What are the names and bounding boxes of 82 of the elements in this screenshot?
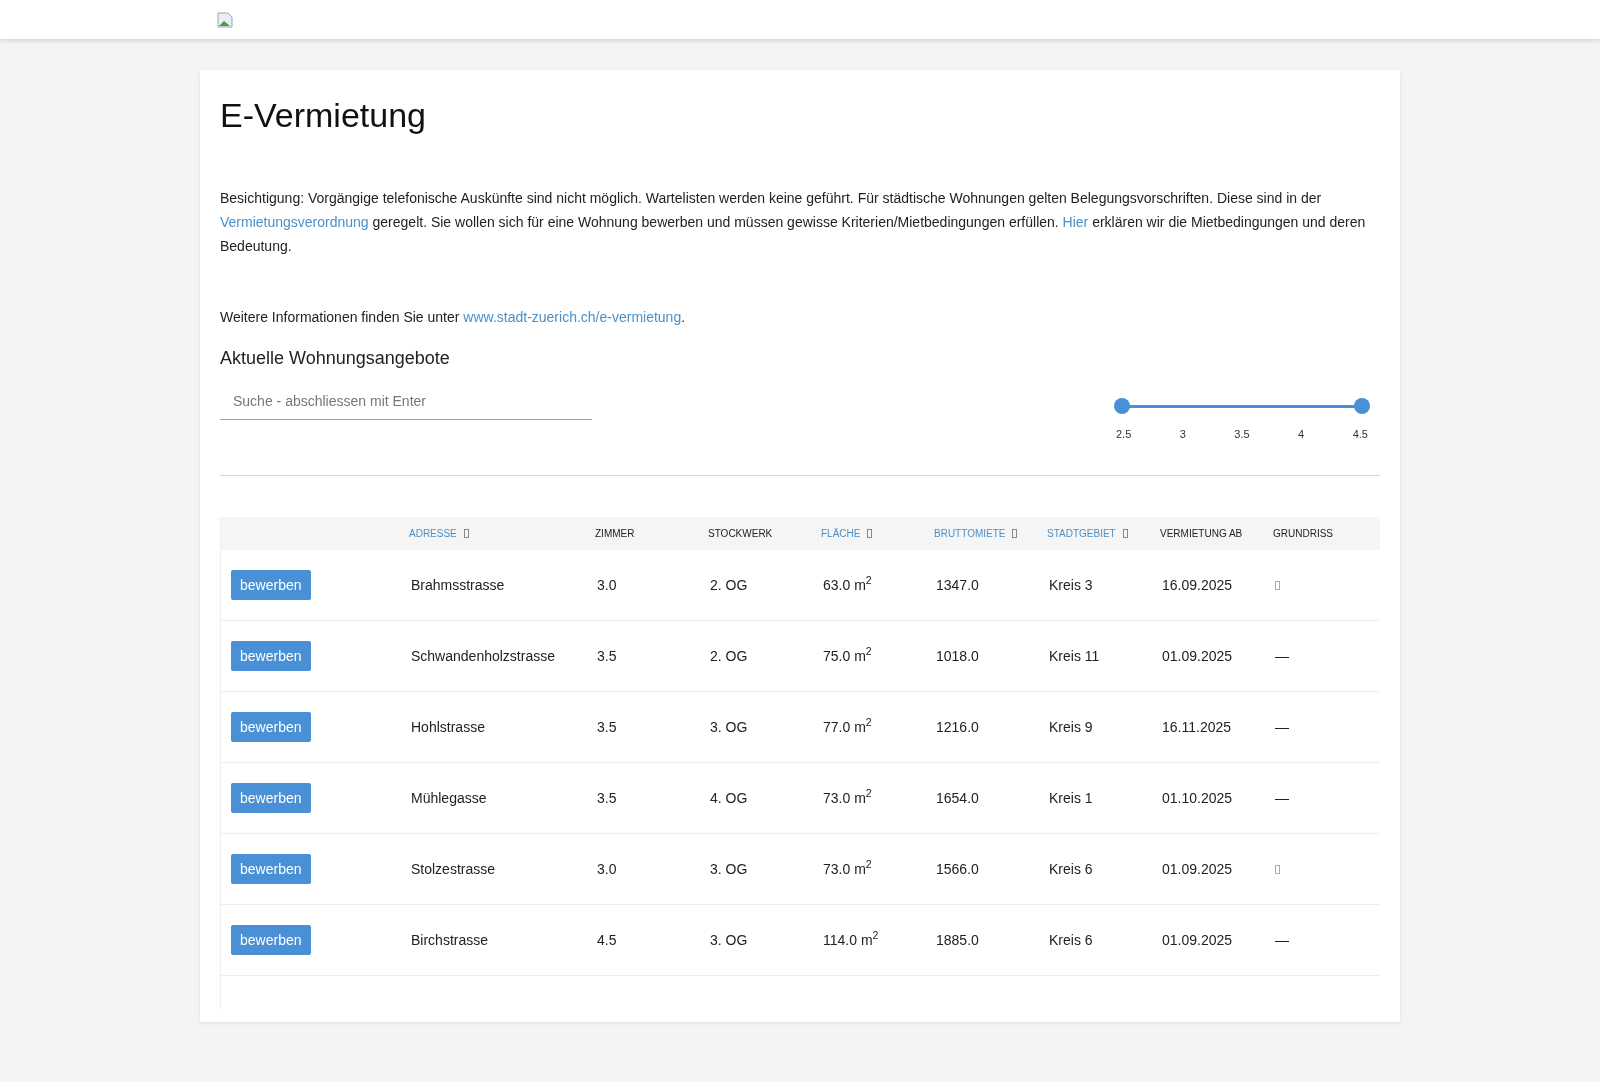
table-cell-text: 4.5 xyxy=(597,930,617,950)
table-cell-text: Kreis 1 xyxy=(1049,788,1093,808)
sort-icon xyxy=(463,529,469,538)
table-cell-text: — xyxy=(1275,646,1289,666)
table-cell-text: 2. OG xyxy=(710,646,748,666)
table-cell-text: Kreis 9 xyxy=(1049,717,1093,737)
intro-paragraph: Besichtigung: Vorgängige telefonische Auskünfte sind nicht möglich. Wartelisten werden keine geführt. Für städtische Wohnungen gelten Belegungsvorschriften. Diese sind in der Vermietungsverordnung geregelt. Sie wollen sich für eine Wohnung bewerben und müssen gewisse Kriterien/Mietbedingungen erfüllen. Hier erklären wir die Mietbedingungen und deren Bedeutung. xyxy=(220,189,1367,256)
table-cell-text: 75.0 m$^{2}$ xyxy=(823,645,872,666)
table-cell-text: — xyxy=(1275,788,1289,808)
table-cell-text: Kreis 3 xyxy=(1049,575,1093,595)
table-cell-text: Hohlstrasse xyxy=(411,717,485,737)
table-cell-text: 01.09.2025 xyxy=(1162,646,1233,666)
info-paragraph: Weitere Informationen finden Sie unter www.stadt-zuerich.ch/e-vermietung. xyxy=(220,308,687,327)
table-cell-text: 63.0 m$^{2}$ xyxy=(823,574,872,595)
tick-label: 3.5 xyxy=(1234,427,1250,442)
slider-handle[interactable] xyxy=(1354,398,1370,414)
column-header-cell[interactable]: FLÄCHE xyxy=(821,517,934,550)
tick-label: 4 xyxy=(1298,427,1305,442)
table-cell-text: Schwandenholzstrasse xyxy=(411,646,555,666)
table-cell-text: 73.0 m$^{2}$ xyxy=(823,858,872,879)
table-cell-text: 4. OG xyxy=(710,788,748,808)
column-header-cell-text: STOCKWERK xyxy=(708,527,774,541)
table-cell-text: Brahmsstrasse xyxy=(411,575,505,595)
search-field[interactable]: Suche - abschliessen mit Enter xyxy=(220,382,592,420)
table-cell-text: Kreis 6 xyxy=(1049,859,1093,879)
table-cell-text: 2. OG xyxy=(710,575,748,595)
table-cell-text: Stolzestrasse xyxy=(411,859,496,879)
column-header-cell[interactable]: ADRESSE xyxy=(409,517,595,550)
sort-icon xyxy=(1012,529,1018,538)
table-cell-text: 1018.0 xyxy=(936,646,979,666)
range-slider[interactable]: 2.5 3 3.5 4 4.5 xyxy=(1114,398,1370,448)
broken-image-icon xyxy=(217,11,233,28)
table-cell-text: 01.10.2025 xyxy=(1162,788,1233,808)
table-cell-text: — xyxy=(1275,717,1289,737)
table-cell-text: 114.0 m$^{2}$ xyxy=(823,929,879,950)
table-cell-text: 3. OG xyxy=(710,930,748,950)
floor-plan-icon[interactable] xyxy=(1275,864,1280,874)
table-cell-text: 1566.0 xyxy=(936,859,979,879)
table-cell-text: Kreis 11 xyxy=(1049,646,1100,666)
link[interactable]: Hier xyxy=(1062,214,1089,230)
table-cell-text: 1654.0 xyxy=(936,788,979,808)
table-cell-text: 3.5 xyxy=(597,788,617,808)
table-cell-text: 3.0 xyxy=(597,859,617,879)
table-cell-text: 01.09.2025 xyxy=(1162,930,1233,950)
floor-plan-icon[interactable] xyxy=(1275,580,1280,590)
sort-icon xyxy=(1122,529,1128,538)
table-cell-text: — xyxy=(1275,930,1289,950)
slider-handle[interactable] xyxy=(1114,398,1130,414)
table-cell-text: 3.0 xyxy=(597,575,617,595)
table-cell-text: 3.5 xyxy=(597,717,617,737)
tick-label: 3 xyxy=(1179,427,1186,442)
column-header-cell-text: ZIMMER xyxy=(595,527,636,541)
column-header-cell[interactable]: STADTGEBIET xyxy=(1047,517,1160,550)
table-cell-text: 1216.0 xyxy=(936,717,979,737)
table-cell-text: Birchstrasse xyxy=(411,930,489,950)
link[interactable]: Vermietungsverordnung xyxy=(220,214,369,230)
table-cell-text: 73.0 m$^{2}$ xyxy=(823,787,872,808)
apply-button[interactable]: bewerben xyxy=(231,854,311,884)
table-cell-text: 16.11.2025 xyxy=(1162,717,1232,737)
tick-label: 4.5 xyxy=(1352,427,1368,442)
table-cell-text: 77.0 m$^{2}$ xyxy=(823,716,872,737)
table-cell-text: Mühlegasse xyxy=(411,788,487,808)
table-cell-text: 1885.0 xyxy=(936,930,979,950)
apply-button[interactable]: bewerben xyxy=(231,712,311,742)
section-title: Aktuelle Wohnungsangebote xyxy=(220,347,451,370)
table-cell-text: Kreis 6 xyxy=(1049,930,1093,950)
column-header-cell-text: GRUNDRISS xyxy=(1273,527,1334,541)
table-cell-text: 1347.0 xyxy=(936,575,979,595)
table-cell-text: 3. OG xyxy=(710,717,748,737)
apply-button[interactable]: bewerben xyxy=(231,925,311,955)
apply-button[interactable]: bewerben xyxy=(231,783,311,813)
table-cell-text: 16.09.2025 xyxy=(1162,575,1233,595)
page-title: E-Vermietung xyxy=(220,95,427,136)
column-header-cell[interactable]: BRUTTOMIETE xyxy=(934,517,1047,550)
table-cell-text: 01.09.2025 xyxy=(1162,859,1233,879)
sort-icon xyxy=(867,529,873,538)
table-cell-text: 3.5 xyxy=(597,646,617,666)
column-header-cell-text: VERMIETUNG AB xyxy=(1160,527,1244,541)
table-cell-text: 3. OG xyxy=(710,859,748,879)
apply-button[interactable]: bewerben xyxy=(231,641,311,671)
apply-button[interactable]: bewerben xyxy=(231,570,311,600)
tick-label: 2.5 xyxy=(1116,427,1132,442)
